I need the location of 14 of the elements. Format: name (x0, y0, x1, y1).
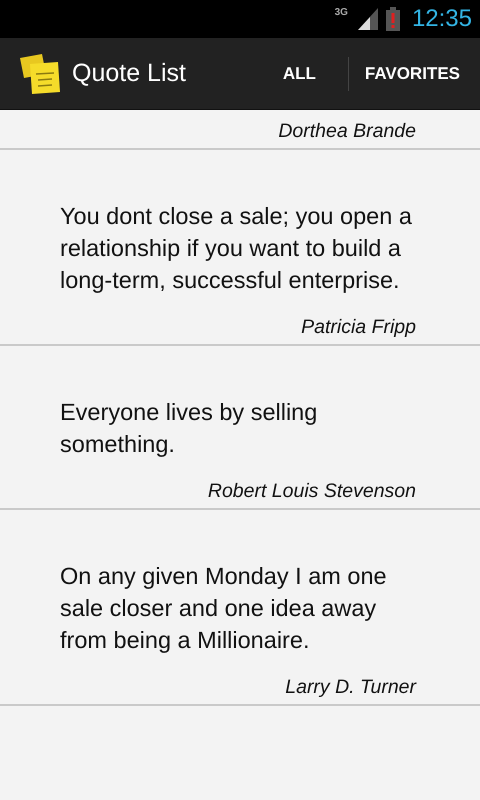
battery-alert-icon (386, 7, 400, 31)
clock-time: 12:35 (412, 7, 472, 31)
quote-text: On any given Monday I am one sale closer and one idea away from being a Millionaire. (60, 562, 388, 655)
app-title: Quote List (72, 58, 187, 89)
signal-icon (356, 8, 378, 30)
quote-author: Larry D. Turner (284, 675, 416, 699)
tab[interactable]: FAVORITES (352, 60, 472, 86)
quote-author: Robert Louis Stevenson (206, 479, 416, 503)
quote-text: Everyone lives by selling something. (60, 398, 318, 459)
quote-text: You dont close a sale; you open a relationship if you want to build a long-term, successful enterprise. (60, 202, 413, 295)
quote-author: Dorthea Brande (277, 119, 416, 143)
tab[interactable]: ALL (270, 60, 328, 86)
quote-author: Patricia Fripp (300, 315, 416, 339)
network-label: 3G (334, 8, 348, 18)
